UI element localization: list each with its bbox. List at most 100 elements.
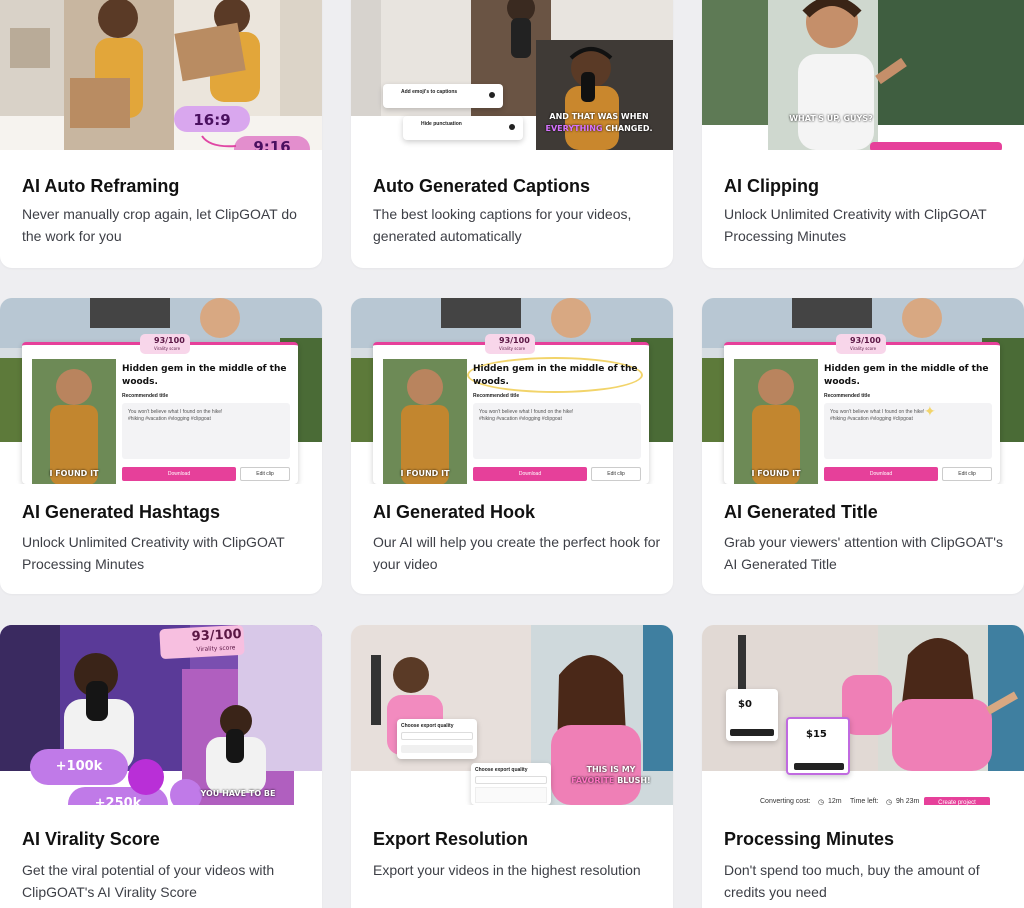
card-description: Our AI will help you create the perfect … [373, 534, 661, 572]
feature-card-ai-title[interactable]: I FOUND IT Hidden gem in the middle of t… [702, 298, 1024, 594]
caption-rest: BLUSH! [617, 776, 651, 785]
auto-reframing-thumbnail: 16:9 9:16 [0, 0, 322, 150]
export-dialog-front: Choose export quality [471, 763, 551, 805]
score-label: Virality score [850, 346, 877, 351]
quality-options-list[interactable] [475, 787, 547, 803]
plan-select-button[interactable] [730, 729, 774, 736]
recommended-title-label: Recommended title [473, 393, 520, 399]
virality-score-thumbnail: 93/100 Virality score +100k +250k YOU HA… [0, 625, 322, 805]
ai-hashtags-thumbnail: I FOUND IT Hidden gem in the middle of t… [0, 298, 322, 484]
feature-card-export-resolution[interactable]: Choose export quality Choose export qual… [351, 625, 673, 908]
title-panel: I FOUND IT Hidden gem in the middle of t… [22, 342, 298, 484]
panel-thumbnail: I FOUND IT [734, 359, 818, 484]
time-left-value: 9h 23m [896, 798, 920, 805]
subtitle-overlay: I FOUND IT [751, 469, 801, 478]
ai-hook-thumbnail: I FOUND IT Hidden gem in the middle of t… [351, 298, 673, 484]
quality-select[interactable] [475, 776, 547, 784]
recommended-title-label: Recommended title [824, 393, 871, 399]
recommended-title-text: Hidden gem in the middle of the woods. [824, 364, 989, 387]
score-value: 93/100 [850, 336, 881, 345]
feature-card-auto-captions[interactable]: Add emoji's to captions Hide punctuation… [351, 0, 673, 268]
auto-reframing-illustration [0, 0, 322, 150]
panel-thumbnail: I FOUND IT [383, 359, 467, 484]
caption-option-emoji[interactable]: Add emoji's to captions [383, 84, 503, 108]
description-line2: #hiking #vacation #vlogging #clipgoat [128, 416, 211, 422]
download-button[interactable]: Download [122, 467, 236, 481]
card-description: Export your videos in the highest resolu… [373, 862, 641, 878]
create-project-button[interactable]: Create project [924, 797, 990, 805]
virality-score-badge: 93/100 Virality score [140, 334, 190, 354]
recommended-title-text: Hidden gem in the middle of the woods. [473, 364, 638, 387]
card-title: Export Resolution [373, 829, 529, 849]
title-panel: I FOUND IT Hidden gem in the middle of t… [373, 342, 649, 484]
feature-card-auto-reframing[interactable]: 16:9 9:16 AI Auto Reframing Never manual… [0, 0, 322, 268]
plan-card-pro[interactable]: $15 [786, 717, 850, 775]
ai-clipping-thumbnail: WHAT'S UP, GUYS? [702, 0, 1024, 150]
feature-card-processing-minutes[interactable]: $0 $15 Converting cost: ◷ 12m Time left:… [702, 625, 1024, 908]
virality-score-badge: 93/100 Virality score [836, 334, 886, 354]
toggle-icon[interactable] [489, 92, 495, 98]
plan-price: $0 [738, 699, 752, 710]
caption-overlay: YOU HAVE TO BE [200, 789, 276, 798]
processing-minutes-thumbnail: $0 $15 Converting cost: ◷ 12m Time left:… [702, 625, 1024, 805]
feature-card-virality-score[interactable]: 93/100 Virality score +100k +250k YOU HA… [0, 625, 322, 908]
title-panel: I FOUND IT Hidden gem in the middle of t… [724, 342, 1000, 484]
card-title: AI Generated Hashtags [22, 502, 221, 522]
plan-price: $15 [806, 729, 827, 740]
card-description: Unlock Unlimited Creativity with ClipGOA… [724, 206, 987, 244]
processing-bar: Converting cost: ◷ 12m Time left: ◷ 9h 2… [758, 797, 992, 805]
export-dialog-title: Choose export quality [401, 723, 454, 729]
option-label: Hide punctuation [421, 121, 462, 127]
edit-clip-button[interactable]: Edit clip [240, 467, 290, 481]
recommended-title-label: Recommended title [122, 393, 169, 399]
sparkle-icon: ✦ [924, 403, 936, 419]
score-label: Virality score [154, 346, 181, 351]
card-title: AI Virality Score [22, 829, 160, 849]
ai-title-thumbnail: I FOUND IT Hidden gem in the middle of t… [702, 298, 1024, 484]
subtitle-overlay: I FOUND IT [400, 469, 450, 478]
virality-score-badge: 93/100 Virality score [485, 334, 535, 354]
clock-icon: ◷ [818, 799, 825, 805]
feature-card-ai-clipping[interactable]: WHAT'S UP, GUYS? AI Clipping Unlock Unli… [702, 0, 1024, 268]
description-box: You won't believe what I found on the hi… [824, 403, 992, 459]
card-title: AI Auto Reframing [22, 176, 180, 196]
card-title: Auto Generated Captions [373, 176, 591, 196]
subtitle-overlay: I FOUND IT [49, 469, 99, 478]
card-title: AI Generated Title [724, 502, 878, 522]
download-button[interactable]: Download [824, 467, 938, 481]
download-button[interactable]: Download [473, 467, 587, 481]
export-confirm-button[interactable] [401, 745, 473, 753]
export-dialog-back: Choose export quality [397, 719, 477, 759]
card-description: Never manually crop again, let ClipGOAT … [22, 206, 297, 244]
recommended-title-text: Hidden gem in the middle of the woods. [122, 364, 287, 387]
export-resolution-thumbnail: Choose export quality Choose export qual… [351, 625, 673, 805]
option-label: Add emoji's to captions [401, 89, 458, 95]
caption-highlight-word: EVERYTHING [545, 124, 603, 133]
export-dialog-title: Choose export quality [475, 767, 528, 773]
plan-card-free[interactable]: $0 [726, 689, 778, 741]
caption-overlay-line1: THIS IS MY [586, 765, 636, 774]
caption-rest: CHANGED. [605, 124, 653, 133]
plan-select-button[interactable] [794, 763, 844, 770]
ratio-9-16-label: 9:16 [253, 140, 291, 150]
feature-card-ai-hook[interactable]: I FOUND IT Hidden gem in the middle of t… [351, 298, 673, 594]
description-box: You won't believe what I found on the hi… [122, 403, 290, 459]
quality-select[interactable] [401, 732, 473, 740]
edit-clip-button[interactable]: Edit clip [591, 467, 641, 481]
converting-cost-value: 12m [828, 798, 842, 805]
feature-card-ai-hashtags[interactable]: I FOUND IT Hidden gem in the middle of t… [0, 298, 322, 594]
card-title: Processing Minutes [724, 829, 895, 849]
card-description: Don't spend too much, buy the amount of … [724, 862, 980, 900]
description-box: You won't believe what I found on the hi… [473, 403, 641, 459]
card-title: AI Generated Hook [373, 502, 536, 522]
caption-overlay-line2: EVERYTHING CHANGED. [539, 124, 659, 133]
auto-captions-thumbnail: Add emoji's to captions Hide punctuation… [351, 0, 673, 150]
card-description: Grab your viewers' attention with ClipGO… [724, 534, 1003, 572]
caption-highlight-word: FAVORITE [571, 776, 615, 785]
score-value: 93/100 [154, 336, 185, 345]
edit-clip-button[interactable]: Edit clip [942, 467, 992, 481]
caption-option-punctuation[interactable]: Hide punctuation [403, 116, 523, 140]
toggle-icon[interactable] [509, 124, 515, 130]
panel-thumbnail: I FOUND IT [32, 359, 116, 484]
description-line1: You won't believe what I found on the hi… [128, 409, 223, 415]
